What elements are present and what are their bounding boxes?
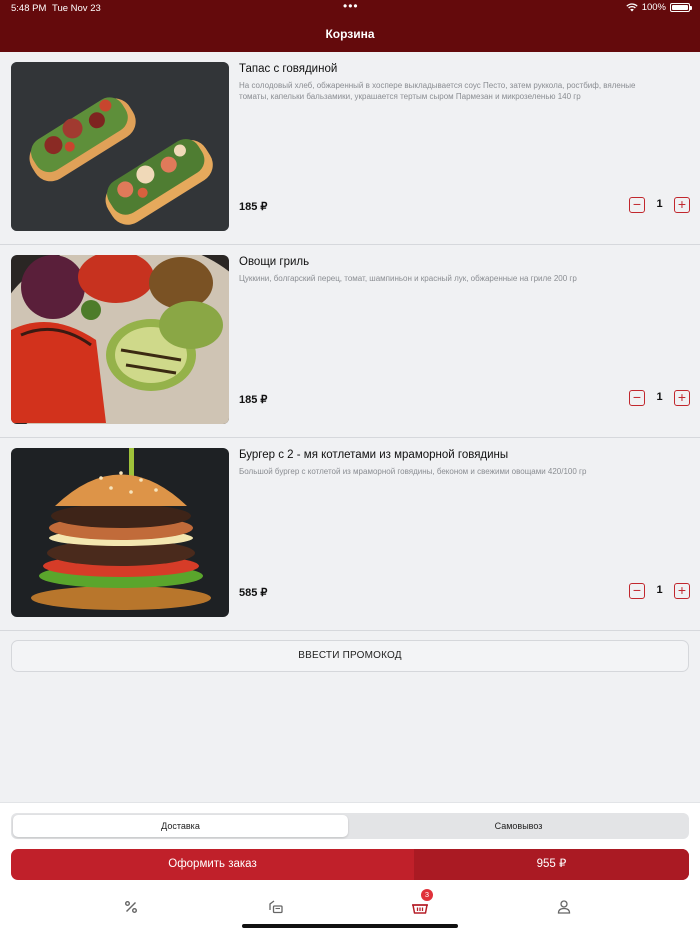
item-price: 185 ₽	[239, 394, 268, 406]
quantity-stepper: − 1 +	[629, 390, 690, 406]
order-total: 955 ₽	[414, 849, 689, 880]
item-price: 585 ₽	[239, 587, 268, 599]
multitasking-dots-icon[interactable]: •••	[343, 0, 359, 12]
item-description: На солодовый хлеб, обжаренный в хоспере …	[239, 81, 636, 101]
profile-icon	[557, 900, 571, 914]
cart-item: Бургер с 2 - мя котлетами из мраморной г…	[0, 438, 700, 631]
top-bar: 5:48 PM Tue Nov 23 ••• 100% Корзина	[0, 0, 700, 52]
tab-promotions[interactable]	[121, 897, 141, 917]
decrease-button[interactable]: −	[629, 583, 645, 599]
tab-bar: 3	[0, 889, 700, 919]
checkout-button[interactable]: Оформить заказ 955 ₽	[11, 849, 689, 880]
pickup-option[interactable]: Самовывоз	[350, 815, 687, 837]
menu-icon	[269, 900, 283, 914]
status-time: 5:48 PM	[11, 3, 47, 14]
quantity-value: 1	[656, 198, 663, 210]
quantity-stepper: − 1 +	[629, 583, 690, 599]
checkout-panel: Доставка Самовывоз Оформить заказ 955 ₽	[0, 802, 700, 934]
cart-item: Овощи гриль Цуккини, болгарский перец, т…	[0, 245, 700, 438]
tab-profile[interactable]	[554, 897, 574, 917]
item-price: 185 ₽	[239, 201, 268, 213]
item-name: Овощи гриль	[239, 256, 310, 268]
quantity-stepper: − 1 +	[629, 197, 690, 213]
delivery-toggle: Доставка Самовывоз	[11, 813, 689, 839]
checkout-label: Оформить заказ	[168, 858, 257, 870]
status-date: Tue Nov 23	[52, 3, 101, 14]
increase-button[interactable]: +	[674, 390, 690, 406]
page-title: Корзина	[325, 27, 375, 41]
home-indicator[interactable]	[242, 924, 458, 928]
decrease-button[interactable]: −	[629, 390, 645, 406]
status-indicators: 100%	[626, 2, 692, 13]
cart-count-badge: 3	[421, 889, 433, 901]
item-description: Цуккини, болгарский перец, томат, шампин…	[239, 274, 577, 283]
battery-percent: 100%	[641, 2, 666, 13]
quantity-value: 1	[656, 391, 663, 403]
increase-button[interactable]: +	[674, 197, 690, 213]
item-image-tapas	[11, 62, 229, 231]
delivery-option[interactable]: Доставка	[13, 815, 348, 837]
decrease-button[interactable]: −	[629, 197, 645, 213]
quantity-value: 1	[656, 584, 663, 596]
percent-icon	[124, 900, 137, 913]
item-image-grilled-vegetables	[11, 255, 229, 424]
battery-icon	[670, 3, 692, 12]
item-name: Тапас с говядиной	[239, 63, 338, 75]
item-image-burger	[11, 448, 229, 617]
increase-button[interactable]: +	[674, 583, 690, 599]
item-description: Большой бургер с котлетой из мраморной г…	[239, 467, 587, 476]
item-name: Бургер с 2 - мя котлетами из мраморной г…	[239, 449, 509, 461]
wifi-icon	[626, 3, 638, 12]
cart-item: Тапас с говядиной На солодовый хлеб, обж…	[0, 52, 700, 245]
promo-code-button[interactable]: ВВЕСТИ ПРОМОКОД	[11, 640, 689, 672]
tab-cart[interactable]: 3	[410, 889, 433, 917]
tab-menu[interactable]	[266, 897, 286, 917]
